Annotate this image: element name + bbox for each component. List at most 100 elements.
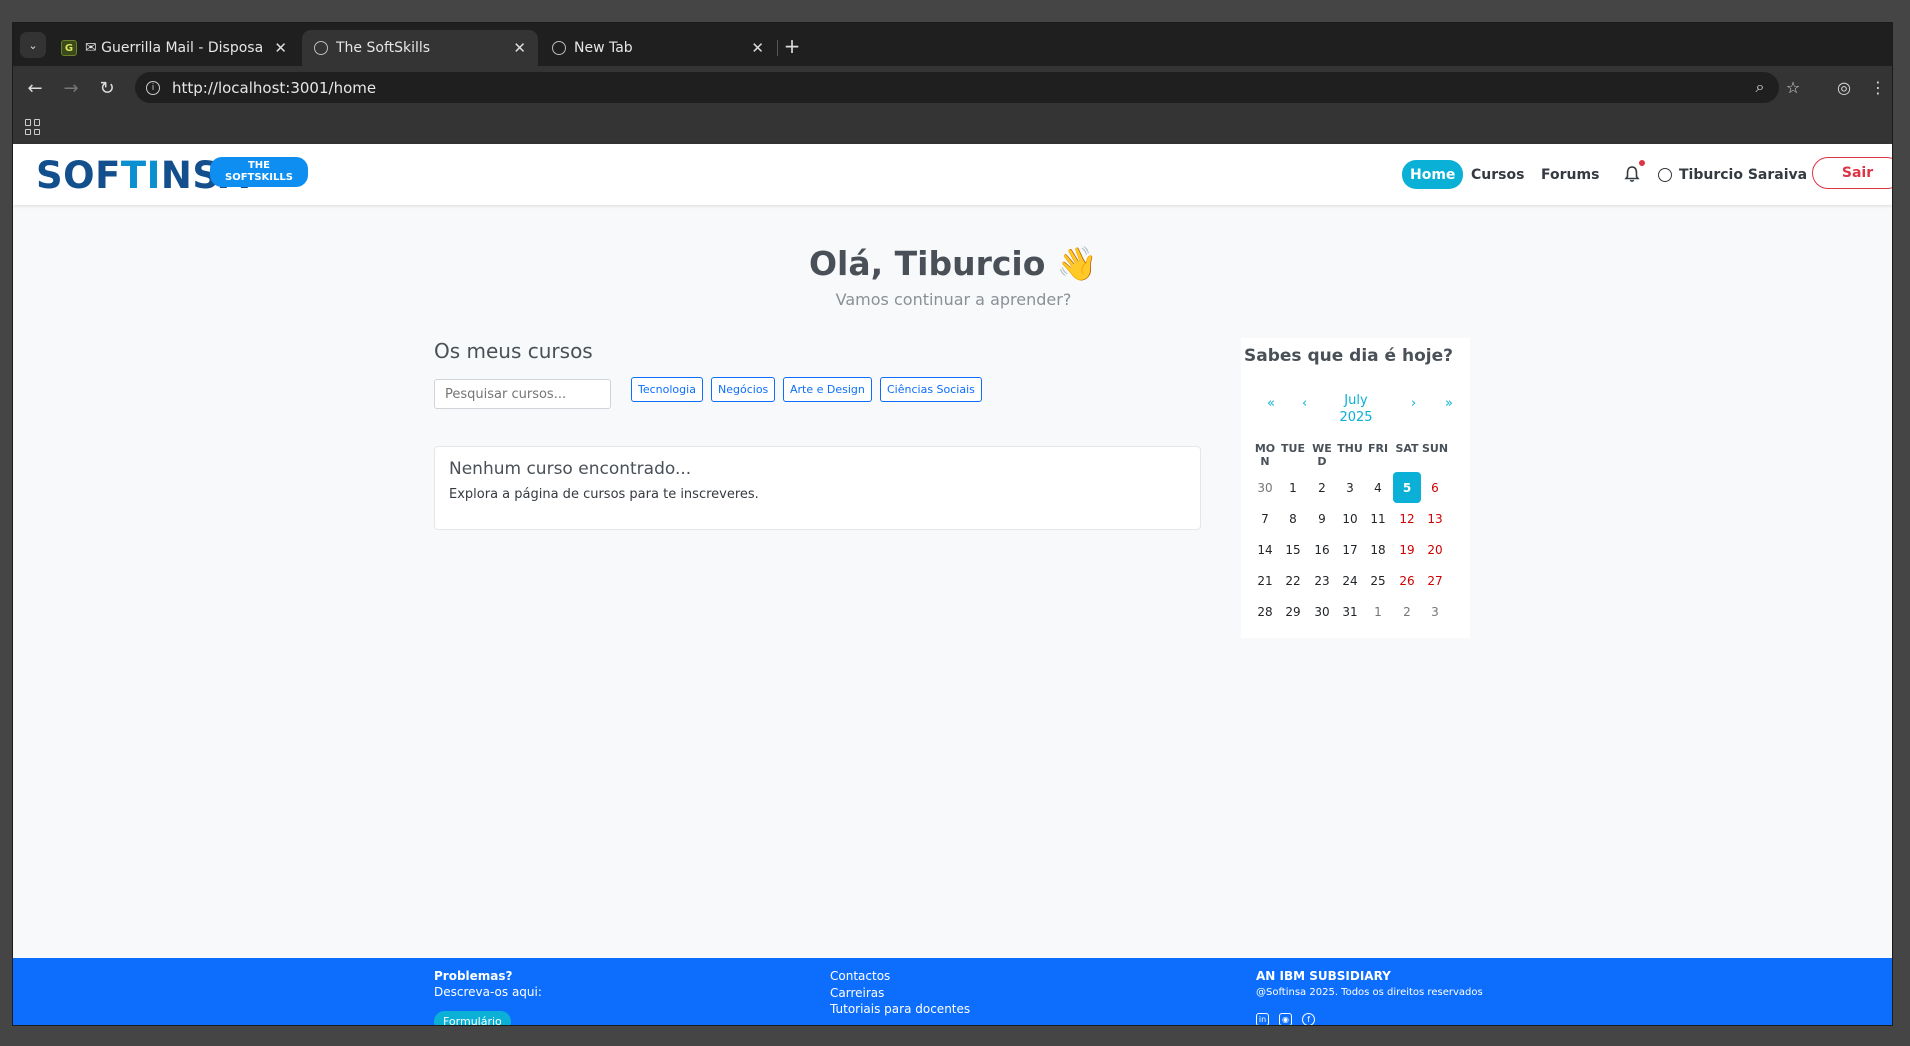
calendar-day[interactable]: 22 bbox=[1279, 565, 1307, 596]
tab-softskills[interactable]: The SoftSkills ✕ bbox=[302, 30, 538, 66]
calendar-day[interactable]: 6 bbox=[1421, 472, 1449, 503]
filter-ciencias-sociais[interactable]: Ciências Sociais bbox=[880, 377, 982, 402]
calendar-day[interactable]: 2 bbox=[1393, 596, 1421, 627]
calendar-day[interactable]: 24 bbox=[1336, 565, 1364, 596]
calendar-day[interactable]: 28 bbox=[1251, 596, 1279, 627]
calendar-day[interactable]: 4 bbox=[1364, 472, 1392, 503]
calendar-day[interactable]: 7 bbox=[1251, 503, 1279, 534]
calendar-day[interactable]: 16 bbox=[1308, 534, 1336, 565]
logout-button[interactable]: Sair bbox=[1812, 157, 1892, 189]
calendar-day[interactable]: 15 bbox=[1279, 534, 1307, 565]
next-month-button[interactable]: › bbox=[1411, 396, 1416, 411]
globe-icon bbox=[552, 41, 566, 55]
calendar-day[interactable]: 12 bbox=[1393, 503, 1421, 534]
site-navbar: SOFTINSA THE SOFTSKILLS Home Cursos Foru… bbox=[13, 144, 1892, 205]
calendar-day[interactable]: 23 bbox=[1308, 565, 1336, 596]
tab-new-tab[interactable]: New Tab ✕ bbox=[540, 30, 776, 66]
calendar-day[interactable]: 27 bbox=[1421, 565, 1449, 596]
calendar-widget: Sabes que dia é hoje? « ‹ July 2025 › » … bbox=[1241, 338, 1470, 638]
calendar-day[interactable]: 17 bbox=[1336, 534, 1364, 565]
calendar-day-today[interactable]: 5 bbox=[1393, 472, 1421, 503]
form-button[interactable]: Formulário bbox=[434, 1011, 511, 1025]
calendar-day[interactable]: 3 bbox=[1421, 596, 1449, 627]
bookmarks-bar bbox=[13, 109, 1892, 144]
problems-text: Descreva-os aqui: bbox=[434, 985, 542, 999]
browser-toolbar: ← → ↻ i http://localhost:3001/home ⌕ ☆ ◎… bbox=[13, 66, 1892, 109]
calendar-day[interactable]: 14 bbox=[1251, 534, 1279, 565]
zoom-icon[interactable]: ⌕ bbox=[1747, 74, 1773, 100]
year-label: 2025 bbox=[1339, 410, 1373, 425]
filter-negocios[interactable]: Negócios bbox=[711, 377, 776, 402]
nav-forums[interactable]: Forums bbox=[1541, 160, 1599, 189]
footer-link-tutoriais[interactable]: Tutoriais para docentes bbox=[830, 1002, 970, 1016]
footer-link-carreiras[interactable]: Carreiras bbox=[830, 986, 884, 1000]
guerrilla-favicon-icon: G bbox=[61, 40, 77, 56]
calendar-day[interactable]: 19 bbox=[1393, 534, 1421, 565]
calendar-day[interactable]: 8 bbox=[1279, 503, 1307, 534]
calendar-title: Sabes que dia é hoje? bbox=[1244, 346, 1454, 366]
bell-icon[interactable] bbox=[1623, 165, 1641, 183]
greeting-heading: Olá, Tiburcio 👋 bbox=[809, 244, 1098, 283]
calendar-day[interactable]: 21 bbox=[1251, 565, 1279, 596]
calendar-day[interactable]: 20 bbox=[1421, 534, 1449, 565]
prev-year-button[interactable]: « bbox=[1267, 396, 1275, 411]
calendar-day[interactable]: 31 bbox=[1336, 596, 1364, 627]
close-tab-icon[interactable]: ✕ bbox=[513, 39, 526, 57]
site-info-icon[interactable]: i bbox=[146, 80, 160, 95]
close-tab-icon[interactable]: ✕ bbox=[274, 39, 287, 57]
facebook-icon[interactable]: f bbox=[1302, 1013, 1315, 1025]
empty-title: Nenhum curso encontrado... bbox=[449, 459, 692, 479]
nav-cursos[interactable]: Cursos bbox=[1471, 160, 1524, 189]
badge-line: SOFTSKILLS bbox=[225, 172, 293, 183]
new-tab-button[interactable]: + bbox=[779, 33, 805, 59]
logo-text-accent: TI bbox=[120, 154, 161, 197]
bookmark-star-icon[interactable]: ☆ bbox=[1780, 74, 1806, 100]
weekday-header: MON bbox=[1254, 442, 1276, 468]
calendar-day[interactable]: 10 bbox=[1336, 503, 1364, 534]
calendar-day[interactable]: 11 bbox=[1364, 503, 1392, 534]
weekday-header: SAT bbox=[1395, 442, 1419, 455]
weekday-header: TUE bbox=[1281, 442, 1305, 455]
calendar-day[interactable]: 30 bbox=[1251, 472, 1279, 503]
badge-line: THE bbox=[247, 160, 271, 171]
linkedin-icon[interactable]: in bbox=[1256, 1013, 1269, 1025]
weekday-header: THU bbox=[1337, 442, 1363, 455]
nav-home[interactable]: Home bbox=[1402, 160, 1464, 189]
tab-search-button[interactable]: ⌄ bbox=[20, 32, 46, 58]
calendar-day[interactable]: 13 bbox=[1421, 503, 1449, 534]
profile-icon[interactable]: ◎ bbox=[1831, 74, 1857, 100]
calendar-day[interactable]: 1 bbox=[1279, 472, 1307, 503]
notification-dot bbox=[1639, 160, 1645, 166]
softskills-badge: THE SOFTSKILLS bbox=[210, 157, 308, 187]
calendar-day[interactable]: 29 bbox=[1279, 596, 1307, 627]
menu-dots-icon[interactable]: ⋮ bbox=[1865, 74, 1891, 100]
company-label: AN IBM SUBSIDIARY bbox=[1256, 969, 1391, 983]
calendar-day[interactable]: 25 bbox=[1364, 565, 1392, 596]
footer-link-contactos[interactable]: Contactos bbox=[830, 969, 890, 983]
tab-guerrilla-mail[interactable]: G ✉ Guerrilla Mail - Disposa ✕ bbox=[49, 30, 299, 66]
calendar-day[interactable]: 3 bbox=[1336, 472, 1364, 503]
url-text: http://localhost:3001/home bbox=[172, 78, 377, 97]
month-year-label[interactable]: July 2025 bbox=[1331, 392, 1381, 426]
user-menu[interactable]: Tiburcio Saraiva bbox=[1658, 160, 1807, 189]
calendar-day[interactable]: 30 bbox=[1308, 596, 1336, 627]
tab-strip: ⌄ G ✉ Guerrilla Mail - Disposa ✕ The Sof… bbox=[13, 23, 1892, 66]
calendar-day[interactable]: 9 bbox=[1308, 503, 1336, 534]
calendar-day[interactable]: 26 bbox=[1393, 565, 1421, 596]
apps-grid-icon[interactable] bbox=[25, 119, 41, 135]
filter-arte-design[interactable]: Arte e Design bbox=[783, 377, 872, 402]
copyright-text: @Softinsa 2025. Todos os direitos reserv… bbox=[1256, 987, 1483, 998]
calendar-day[interactable]: 1 bbox=[1364, 596, 1392, 627]
address-bar[interactable]: i http://localhost:3001/home bbox=[135, 72, 1779, 103]
filter-tecnologia[interactable]: Tecnologia bbox=[631, 377, 703, 402]
instagram-icon[interactable]: ◉ bbox=[1279, 1013, 1292, 1025]
prev-month-button[interactable]: ‹ bbox=[1302, 396, 1307, 411]
course-search-input[interactable] bbox=[434, 379, 611, 409]
calendar-day[interactable]: 18 bbox=[1364, 534, 1392, 565]
next-year-button[interactable]: » bbox=[1445, 396, 1453, 411]
close-tab-icon[interactable]: ✕ bbox=[751, 39, 764, 57]
calendar-day[interactable]: 2 bbox=[1308, 472, 1336, 503]
back-icon[interactable]: ← bbox=[21, 74, 49, 102]
reload-icon[interactable]: ↻ bbox=[93, 74, 121, 102]
forward-icon[interactable]: → bbox=[57, 74, 85, 102]
